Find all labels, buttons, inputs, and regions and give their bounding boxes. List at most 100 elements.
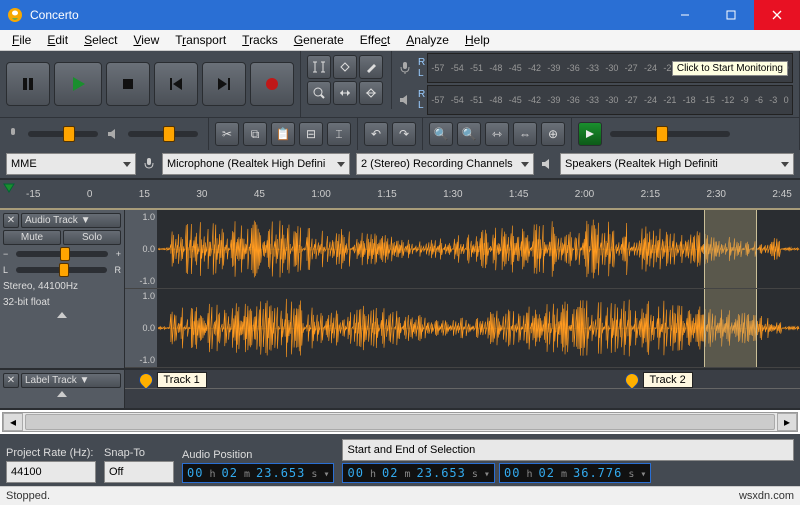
label-area[interactable]: Track 1 Track 2	[125, 370, 800, 408]
mic-icon	[398, 61, 412, 75]
host-select[interactable]: MME	[6, 153, 136, 175]
watermark: wsxdn.com	[739, 490, 794, 502]
scroll-right-icon[interactable]: ▸	[777, 413, 797, 431]
waveform-left[interactable]	[158, 210, 800, 288]
label-track: ✕ Label Track ▼ Track 1 Track 2	[0, 370, 800, 410]
zoom-out-icon[interactable]: 🔍	[457, 122, 481, 146]
minimize-button[interactable]	[662, 0, 708, 30]
label-marker[interactable]: Track 1	[139, 372, 207, 388]
timeshift-tool-icon[interactable]	[333, 81, 357, 105]
label-marker[interactable]: Track 2	[625, 372, 693, 388]
audio-position-display[interactable]: 00 h 02 m 23.653 s ▾	[182, 463, 334, 483]
audio-track-panel: ✕ Audio Track ▼ Mute Solo −+ LR Stereo, …	[0, 210, 125, 368]
solo-button[interactable]: Solo	[63, 230, 121, 245]
speaker-icon	[398, 93, 412, 107]
pan-slider[interactable]	[16, 267, 106, 273]
recording-meter[interactable]: RL -57-54-51-48-45-42-39-36-33-30-27-24-…	[398, 53, 793, 83]
menu-tracks[interactable]: Tracks	[234, 31, 286, 49]
scrub-group	[572, 118, 800, 150]
mixer-group	[0, 118, 209, 150]
rec-volume-slider[interactable]	[28, 131, 98, 137]
selection-end-display[interactable]: 00 h 02 m 36.776 s ▾	[499, 463, 651, 483]
fit-project-icon[interactable]: ⇔	[513, 122, 537, 146]
meter-hint[interactable]: Click to Start Monitoring	[672, 61, 788, 76]
skip-start-button[interactable]	[154, 62, 198, 106]
track-name-menu[interactable]: Audio Track ▼	[21, 213, 121, 228]
envelope-tool-icon[interactable]	[333, 55, 357, 79]
track-format-label: 32-bit float	[3, 297, 121, 309]
copy-icon[interactable]: ⧉	[243, 122, 267, 146]
horizontal-scrollbar[interactable]: ◂ ▸	[2, 412, 798, 432]
redo-icon[interactable]: ↷	[392, 122, 416, 146]
menubar: File Edit Select View Transport Tracks G…	[0, 30, 800, 51]
input-device-select[interactable]: Microphone (Realtek High Defini	[162, 153, 350, 175]
menu-analyze[interactable]: Analyze	[398, 31, 457, 49]
skip-end-button[interactable]	[202, 62, 246, 106]
menu-effect[interactable]: Effect	[352, 31, 398, 49]
timeline-ruler[interactable]: -1501530451:001:151:301:452:002:152:302:…	[0, 180, 800, 210]
trim-icon[interactable]: ⊟	[299, 122, 323, 146]
audio-channels: 1.00.0-1.0 1.00.0-1.0	[125, 210, 800, 368]
channel-right[interactable]: 1.00.0-1.0	[125, 289, 800, 368]
maximize-button[interactable]	[708, 0, 754, 30]
project-rate-select[interactable]: 44100	[6, 461, 96, 483]
waveform-right[interactable]	[158, 289, 800, 367]
toolbars: RL -57-54-51-48-45-42-39-36-33-30-27-24-…	[0, 51, 800, 180]
status-bar: Stopped. wsxdn.com	[0, 486, 800, 505]
play-at-speed-button[interactable]	[578, 122, 602, 146]
silence-icon[interactable]: ⌶	[327, 122, 351, 146]
cut-icon[interactable]: ✂	[215, 122, 239, 146]
menu-transport[interactable]: Transport	[167, 31, 234, 49]
stop-button[interactable]	[106, 62, 150, 106]
output-device-select[interactable]: Speakers (Realtek High Definiti	[560, 153, 794, 175]
channel-left[interactable]: 1.00.0-1.0	[125, 210, 800, 289]
undo-icon[interactable]: ↶	[364, 122, 388, 146]
menu-view[interactable]: View	[125, 31, 167, 49]
draw-tool-icon[interactable]	[359, 55, 383, 79]
menu-select[interactable]: Select	[76, 31, 125, 49]
selection-tool-icon[interactable]	[307, 55, 331, 79]
fit-selection-icon[interactable]: ⇿	[485, 122, 509, 146]
device-bar: MME Microphone (Realtek High Defini 2 (S…	[0, 150, 800, 178]
zoom-toggle-icon[interactable]: ⊕	[541, 122, 565, 146]
label-track-panel: ✕ Label Track ▼	[0, 370, 125, 408]
zoom-group: 🔍 🔍 ⇿ ⇔ ⊕	[423, 118, 572, 150]
snap-to-select[interactable]: Off	[104, 461, 174, 483]
menu-file[interactable]: File	[4, 31, 39, 49]
speaker-icon	[540, 157, 554, 171]
track-close-button[interactable]: ✕	[3, 213, 19, 228]
menu-edit[interactable]: Edit	[39, 31, 76, 49]
play-volume-slider[interactable]	[128, 131, 198, 137]
scroll-thumb[interactable]	[25, 414, 775, 430]
rec-meter-label: RL	[418, 57, 425, 79]
zoom-tool-icon[interactable]	[307, 81, 331, 105]
collapse-icon[interactable]	[57, 312, 67, 318]
label-track-name-menu[interactable]: Label Track ▼	[21, 373, 121, 388]
input-channels-select[interactable]: 2 (Stereo) Recording Channels	[356, 153, 534, 175]
label-track-close-button[interactable]: ✕	[3, 373, 19, 388]
snap-to-label: Snap-To	[104, 447, 174, 459]
menu-help[interactable]: Help	[457, 31, 498, 49]
paste-icon[interactable]: 📋	[271, 122, 295, 146]
audio-position-label: Audio Position	[182, 449, 334, 461]
pause-button[interactable]	[6, 62, 50, 106]
gain-slider[interactable]	[16, 251, 107, 257]
playback-meter[interactable]: RL -57-54-51-48-45-42-39-36-33-30-27-24-…	[398, 85, 793, 115]
playhead-icon[interactable]	[0, 180, 18, 208]
selection-start-display[interactable]: 00 h 02 m 23.653 s ▾	[342, 463, 494, 483]
mic-icon	[6, 127, 20, 141]
menu-generate[interactable]: Generate	[286, 31, 352, 49]
multi-tool-icon[interactable]	[359, 81, 383, 105]
mic-icon	[142, 157, 156, 171]
zoom-in-icon[interactable]: 🔍	[429, 122, 453, 146]
scroll-left-icon[interactable]: ◂	[3, 413, 23, 431]
play-speed-slider[interactable]	[610, 131, 730, 137]
close-button[interactable]	[754, 0, 800, 30]
record-button[interactable]	[250, 62, 294, 106]
collapse-icon[interactable]	[57, 391, 67, 397]
undo-group: ↶ ↷	[358, 118, 423, 150]
tools-group	[301, 51, 392, 109]
play-button[interactable]	[54, 62, 102, 106]
mute-button[interactable]: Mute	[3, 230, 61, 245]
selection-mode-select[interactable]: Start and End of Selection	[342, 439, 794, 461]
